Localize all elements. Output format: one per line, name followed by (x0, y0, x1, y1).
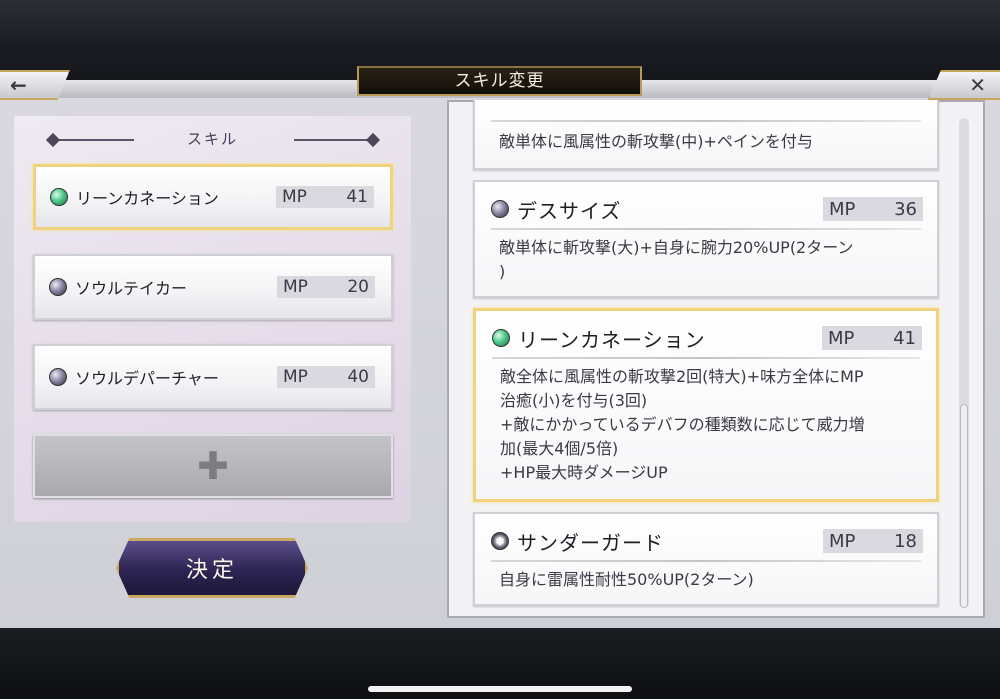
lightning-orb-icon: ✱ (491, 532, 509, 550)
home-indicator[interactable] (368, 686, 632, 692)
skill-card-deathscythe[interactable]: デスサイズ MP 36 敵単体に斬攻撃(大)+自身に腕力20%UP(2ターン ) (473, 180, 939, 298)
mp-label: MP (283, 277, 308, 297)
close-icon: ✕ (969, 73, 986, 97)
slot-skill-name: リーンカネーション (76, 189, 219, 208)
card-divider (492, 357, 920, 359)
skill-card-thunderguard[interactable]: ✱ サンダーガード MP 18 自身に雷属性耐性50%UP(2ターン) (473, 512, 939, 606)
mp-badge: MP 20 (277, 276, 375, 298)
green-orb-icon (50, 188, 68, 206)
mp-value: 18 (894, 530, 917, 552)
mp-value: 36 (894, 198, 917, 220)
mp-label: MP (828, 327, 855, 349)
skill-name: リーンカネーション (518, 327, 706, 352)
skill-description: 自身に雷属性耐性50%UP(2ターン) (499, 570, 754, 589)
skill-description: 敵単体に風属性の斬攻撃(中)+ペインを付与 (499, 132, 813, 151)
slot-skill-name: ソウルデパーチャー (75, 369, 219, 388)
purple-orb-icon (49, 368, 67, 386)
skill-description: 敵単体に斬攻撃(大)+自身に腕力20%UP(2ターン ) (499, 238, 854, 281)
mp-label: MP (282, 187, 307, 207)
card-divider (491, 228, 921, 230)
green-orb-icon (492, 329, 510, 347)
equipped-slot-2[interactable]: ソウルテイカー MP 20 (33, 254, 393, 320)
plus-icon: ✚ (197, 444, 229, 488)
mp-value: 41 (893, 327, 916, 349)
card-header: デスサイズ MP 36 (491, 196, 923, 223)
confirm-button[interactable]: 決定 (116, 538, 308, 598)
equipped-slot-1[interactable]: リーンカネーション MP 41 (33, 164, 393, 230)
mp-badge: MP 41 (822, 326, 922, 350)
heading-ornament-right (294, 139, 376, 141)
mp-label: MP (283, 367, 308, 387)
mp-badge: MP 40 (277, 366, 375, 388)
purple-orb-icon (49, 278, 67, 296)
page-title: スキル変更 (357, 66, 642, 96)
mp-badge: MP 18 (823, 529, 923, 553)
scrollbar-thumb[interactable] (960, 404, 968, 608)
skill-card-partial[interactable]: 敵単体に風属性の斬攻撃(中)+ペインを付与 (473, 100, 939, 170)
skill-name: サンダーガード (517, 530, 664, 555)
mp-value: 40 (347, 367, 369, 387)
purple-orb-icon (491, 200, 509, 218)
skill-card-reincarnation[interactable]: リーンカネーション MP 41 敵全体に風属性の斬攻撃2回(特大)+味方全体にM… (473, 308, 939, 502)
mp-label: MP (829, 198, 856, 220)
equipped-slot-3[interactable]: ソウルデパーチャー MP 40 (33, 344, 393, 410)
slot-skill-name: ソウルテイカー (75, 279, 188, 298)
mp-label: MP (829, 530, 856, 552)
card-header: ✱ サンダーガード MP 18 (491, 528, 923, 555)
mp-value: 20 (347, 277, 369, 297)
mp-badge: MP 41 (276, 186, 374, 208)
card-header: リーンカネーション MP 41 (492, 325, 922, 352)
mp-value: 41 (346, 187, 368, 207)
card-divider (491, 560, 921, 562)
skill-name: デスサイズ (517, 198, 622, 223)
mp-badge: MP 36 (823, 197, 923, 221)
back-arrow-icon: ← (10, 73, 27, 97)
skill-description: 敵全体に風属性の斬攻撃2回(特大)+味方全体にMP 治癒(小)を付与(3回) +… (500, 367, 865, 482)
add-skill-button[interactable]: ✚ (33, 434, 393, 498)
card-divider (491, 120, 921, 122)
